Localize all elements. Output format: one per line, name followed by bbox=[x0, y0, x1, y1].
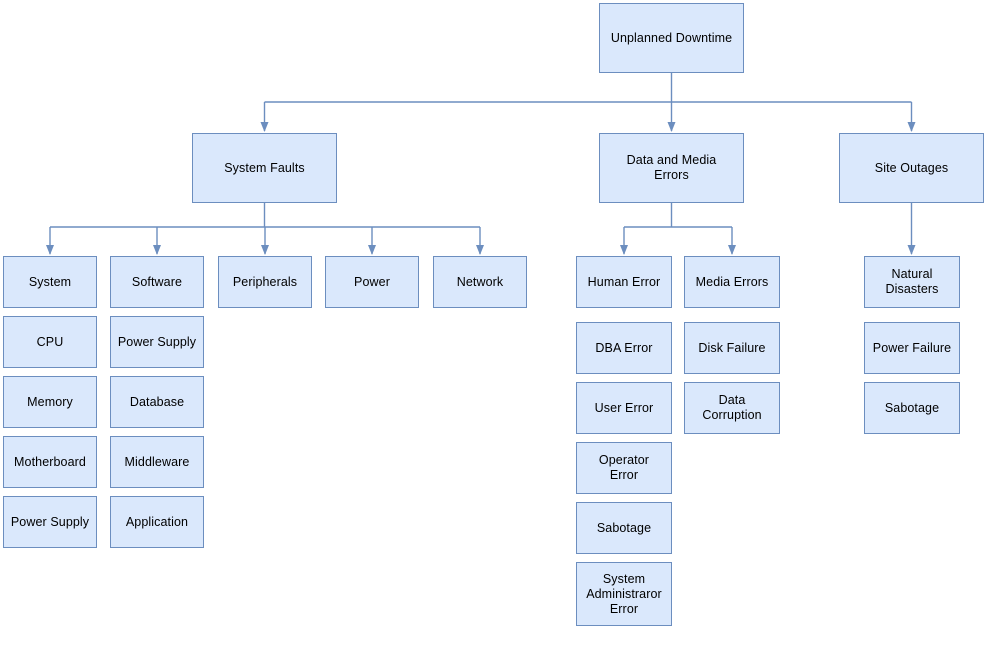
node-power-supply[interactable]: Power Supply bbox=[110, 316, 204, 368]
node-sabotage[interactable]: Sabotage bbox=[864, 382, 960, 434]
node-system[interactable]: System bbox=[3, 256, 97, 308]
node-motherboard[interactable]: Motherboard bbox=[3, 436, 97, 488]
node-site-outages[interactable]: Site Outages bbox=[839, 133, 984, 203]
node-middleware[interactable]: Middleware bbox=[110, 436, 204, 488]
node-natural-disasters[interactable]: Natural Disasters bbox=[864, 256, 960, 308]
connector-paths bbox=[46, 73, 916, 255]
node-system-administraror-error[interactable]: System Administraror Error bbox=[576, 562, 672, 626]
node-sabotage[interactable]: Sabotage bbox=[576, 502, 672, 554]
node-software[interactable]: Software bbox=[110, 256, 204, 308]
node-memory[interactable]: Memory bbox=[3, 376, 97, 428]
node-power-failure[interactable]: Power Failure bbox=[864, 322, 960, 374]
node-application[interactable]: Application bbox=[110, 496, 204, 548]
node-user-error[interactable]: User Error bbox=[576, 382, 672, 434]
node-dba-error[interactable]: DBA Error bbox=[576, 322, 672, 374]
node-media-errors[interactable]: Media Errors bbox=[684, 256, 780, 308]
node-cpu[interactable]: CPU bbox=[3, 316, 97, 368]
node-unplanned-downtime[interactable]: Unplanned Downtime bbox=[599, 3, 744, 73]
node-power-supply[interactable]: Power Supply bbox=[3, 496, 97, 548]
node-operator-error[interactable]: Operator Error bbox=[576, 442, 672, 494]
node-data-corruption[interactable]: Data Corruption bbox=[684, 382, 780, 434]
node-disk-failure[interactable]: Disk Failure bbox=[684, 322, 780, 374]
node-human-error[interactable]: Human Error bbox=[576, 256, 672, 308]
node-power[interactable]: Power bbox=[325, 256, 419, 308]
node-network[interactable]: Network bbox=[433, 256, 527, 308]
node-data-and-media-errors[interactable]: Data and Media Errors bbox=[599, 133, 744, 203]
flowchart-canvas: Unplanned Downtime System Faults System CPU… bbox=[0, 0, 985, 659]
node-system-faults[interactable]: System Faults bbox=[192, 133, 337, 203]
node-peripherals[interactable]: Peripherals bbox=[218, 256, 312, 308]
node-database[interactable]: Database bbox=[110, 376, 204, 428]
